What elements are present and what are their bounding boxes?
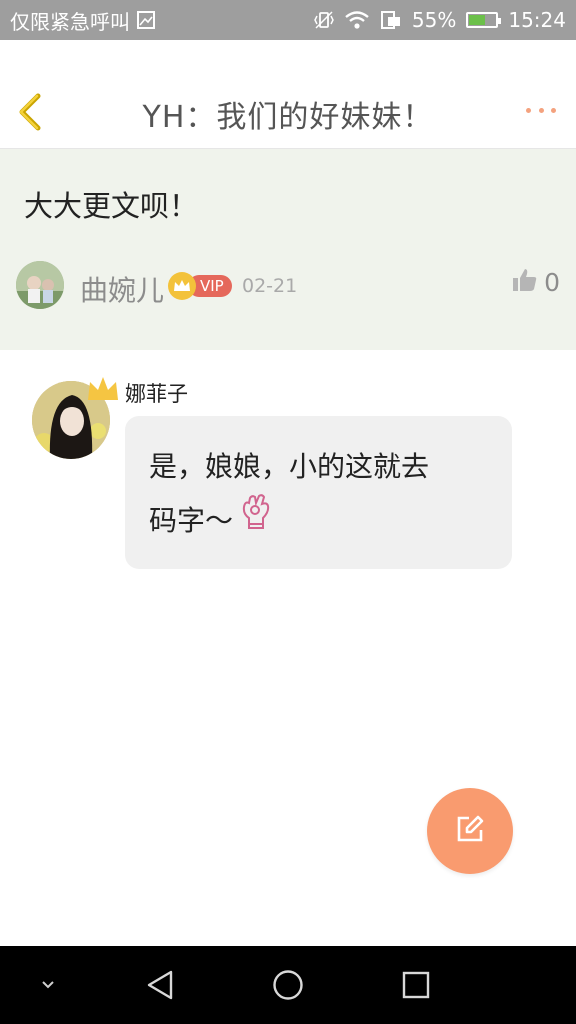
vibrate-icon — [314, 10, 334, 30]
wifi-icon — [344, 10, 370, 30]
reply-message-line2: 码字～ — [149, 504, 234, 537]
crown-badge-icon — [86, 374, 120, 408]
more-dots-icon[interactable] — [526, 100, 556, 120]
avatar[interactable] — [16, 261, 64, 309]
system-nav-bar — [0, 946, 576, 1024]
reply-message-line1: 是，娘娘，小的这就去 — [149, 450, 430, 483]
ok-hand-icon — [239, 494, 273, 548]
status-bar: 仅限紧急呼叫 55% 15:24 — [0, 0, 576, 40]
battery-percent: 55% — [411, 8, 457, 32]
like-button[interactable]: 0 — [512, 267, 560, 297]
compose-button[interactable] — [427, 788, 513, 874]
reply-message-bubble: 是，娘娘，小的这就去 码字～ — [125, 416, 512, 569]
recents-square-icon[interactable] — [394, 946, 438, 1024]
post-username[interactable]: 曲婉儿 — [80, 269, 164, 309]
post-date: 02-21 — [242, 275, 298, 297]
thumbs-up-icon — [512, 267, 538, 297]
top-header: YH：我们的好妹妹！ — [0, 40, 576, 149]
post-text: 大大更文呗！ — [24, 189, 199, 223]
status-time: 15:24 — [508, 8, 566, 32]
like-count: 0 — [544, 267, 560, 297]
vip-badge: VIP — [168, 272, 232, 300]
home-circle-icon[interactable] — [266, 946, 310, 1024]
status-left-text: 仅限紧急呼叫 — [10, 9, 130, 34]
edit-icon — [455, 814, 485, 848]
battery-charging-icon — [466, 12, 502, 28]
sim-icon — [380, 10, 402, 30]
crown-icon — [168, 272, 196, 300]
back-triangle-icon[interactable] — [138, 946, 182, 1024]
reply-username[interactable]: 娜菲子 — [125, 378, 188, 408]
page-title: YH：我们的好妹妹！ — [142, 100, 434, 135]
image-icon — [136, 10, 156, 30]
chevron-down-icon[interactable] — [28, 946, 68, 1024]
original-post: 大大更文呗！ 曲婉儿 VIP 02-21 0 — [0, 149, 576, 350]
